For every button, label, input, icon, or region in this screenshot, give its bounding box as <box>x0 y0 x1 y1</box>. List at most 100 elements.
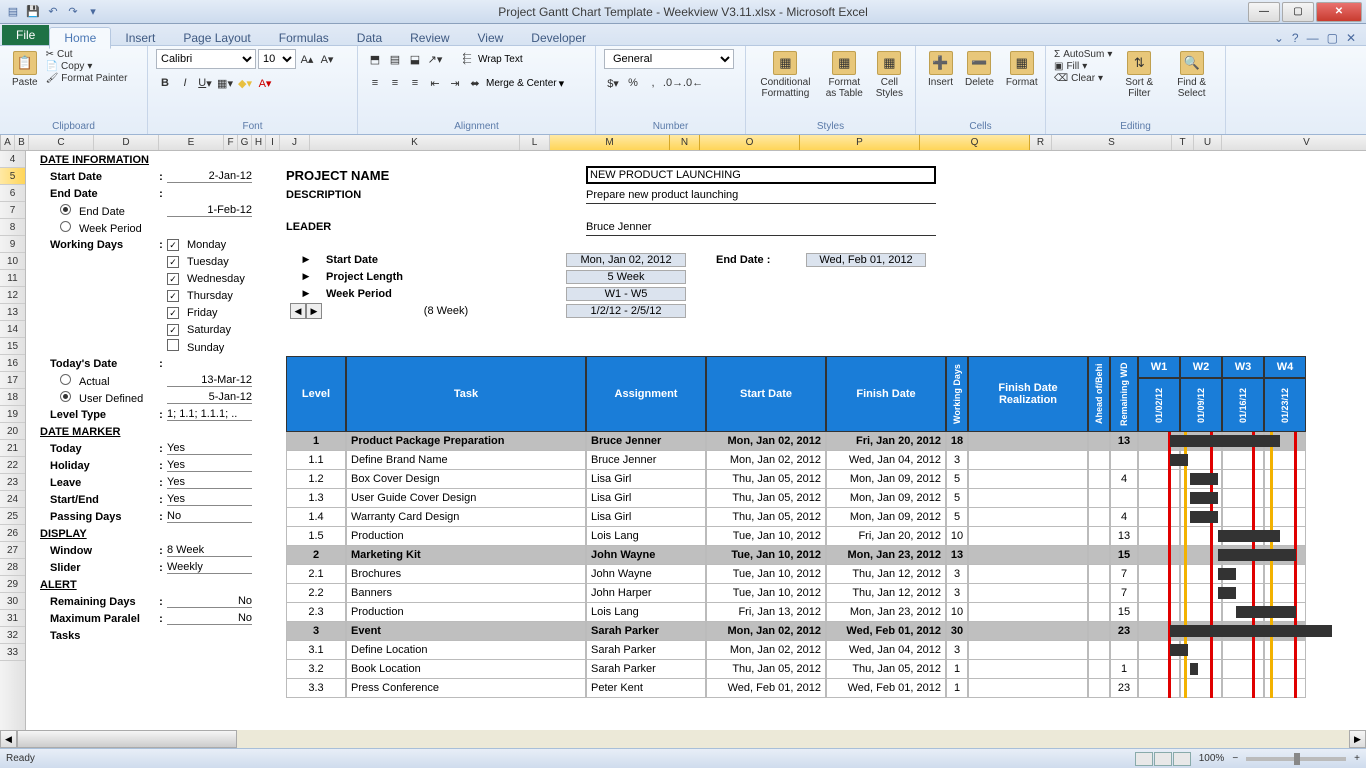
task-cell[interactable] <box>968 641 1088 660</box>
row-header-5[interactable]: 5 <box>0 168 25 185</box>
task-cell[interactable]: 1.1 <box>286 451 346 470</box>
task-cell[interactable] <box>968 508 1088 527</box>
column-header-F[interactable]: F <box>224 135 238 150</box>
task-cell[interactable]: Banners <box>346 584 586 603</box>
task-cell[interactable]: 15 <box>1110 603 1138 622</box>
task-cell[interactable]: Thu, Jan 05, 2012 <box>706 660 826 679</box>
align-middle-icon[interactable]: ▤ <box>386 49 404 69</box>
task-row[interactable]: 1.4Warranty Card DesignLisa GirlThu, Jan… <box>286 508 1306 527</box>
task-cell[interactable]: 2.3 <box>286 603 346 622</box>
align-center-icon[interactable]: ≡ <box>386 73 404 93</box>
page-break-view-button[interactable] <box>1173 752 1191 766</box>
column-header-V[interactable]: V <box>1222 135 1366 150</box>
row-header-32[interactable]: 32 <box>0 627 25 644</box>
task-row[interactable]: 3EventSarah ParkerMon, Jan 02, 2012Wed, … <box>286 622 1306 641</box>
row-header-28[interactable]: 28 <box>0 559 25 576</box>
task-cell[interactable]: 3 <box>946 451 968 470</box>
level-type-value[interactable]: 1; 1.1; 1.1.1; .. <box>167 408 252 421</box>
row-header-31[interactable]: 31 <box>0 610 25 627</box>
task-cell[interactable]: Fri, Jan 13, 2012 <box>706 603 826 622</box>
window-close-icon[interactable]: ✕ <box>1346 31 1356 45</box>
userdef-date-radio[interactable] <box>60 391 71 402</box>
task-cell[interactable]: 30 <box>946 622 968 641</box>
task-cell[interactable]: 13 <box>1110 432 1138 451</box>
find-select-button[interactable]: 🔍Find & Select <box>1166 49 1217 121</box>
passing-value[interactable]: No <box>167 510 252 523</box>
task-cell[interactable] <box>968 546 1088 565</box>
ribbon-tab-page-layout[interactable]: Page Layout <box>169 28 264 48</box>
next-week-button[interactable]: ▶ <box>306 303 322 319</box>
task-cell[interactable] <box>1180 641 1222 660</box>
help-icon[interactable]: ? <box>1292 31 1299 45</box>
row-header-11[interactable]: 11 <box>0 270 25 287</box>
task-cell[interactable] <box>1264 546 1306 565</box>
task-cell[interactable] <box>1088 546 1110 565</box>
task-cell[interactable]: Mon, Jan 02, 2012 <box>706 451 826 470</box>
task-cell[interactable]: 1 <box>286 432 346 451</box>
window-minimize-icon[interactable]: — <box>1307 31 1319 45</box>
remaining-value[interactable]: No <box>167 595 252 608</box>
task-cell[interactable] <box>968 470 1088 489</box>
task-cell[interactable] <box>968 603 1088 622</box>
task-cell[interactable]: Bruce Jenner <box>586 432 706 451</box>
saturday-checkbox[interactable]: ✓ <box>167 324 179 336</box>
row-header-24[interactable]: 24 <box>0 491 25 508</box>
task-row[interactable]: 3.1Define LocationSarah ParkerMon, Jan 0… <box>286 641 1306 660</box>
task-cell[interactable] <box>1088 679 1110 698</box>
task-cell[interactable]: Lois Lang <box>586 527 706 546</box>
column-header-L[interactable]: L <box>520 135 550 150</box>
task-cell[interactable]: Press Conference <box>346 679 586 698</box>
column-header-B[interactable]: B <box>15 135 29 150</box>
wrap-text-button[interactable]: ⬱ <box>458 49 476 69</box>
column-header-G[interactable]: G <box>238 135 252 150</box>
task-cell[interactable] <box>1088 660 1110 679</box>
task-cell[interactable]: Wed, Feb 01, 2012 <box>706 679 826 698</box>
task-cell[interactable]: Lois Lang <box>586 603 706 622</box>
task-cell[interactable]: 3.1 <box>286 641 346 660</box>
task-cell[interactable]: Marketing Kit <box>346 546 586 565</box>
minimize-button[interactable]: — <box>1248 2 1280 22</box>
task-cell[interactable]: 4 <box>1110 508 1138 527</box>
task-cell[interactable]: 18 <box>946 432 968 451</box>
column-header-S[interactable]: S <box>1052 135 1172 150</box>
page-layout-view-button[interactable] <box>1154 752 1172 766</box>
task-cell[interactable]: Book Location <box>346 660 586 679</box>
task-cell[interactable] <box>1110 641 1138 660</box>
task-cell[interactable]: 13 <box>1110 527 1138 546</box>
fill-color-button[interactable]: ◆▾ <box>236 73 254 93</box>
zoom-value[interactable]: 100% <box>1199 753 1225 764</box>
task-cell[interactable] <box>1110 489 1138 508</box>
task-row[interactable]: 2Marketing KitJohn WayneTue, Jan 10, 201… <box>286 546 1306 565</box>
task-cell[interactable] <box>968 584 1088 603</box>
format-cells-button[interactable]: ▦Format <box>1002 49 1042 121</box>
task-cell[interactable] <box>1180 660 1222 679</box>
ribbon-tab-view[interactable]: View <box>464 28 518 48</box>
ribbon-tab-developer[interactable]: Developer <box>517 28 600 48</box>
minimize-ribbon-icon[interactable]: ⌄ <box>1274 31 1284 45</box>
task-cell[interactable] <box>1222 660 1264 679</box>
orientation-icon[interactable]: ↗▾ <box>426 49 444 69</box>
task-cell[interactable]: 2.2 <box>286 584 346 603</box>
column-header-I[interactable]: I <box>266 135 280 150</box>
zoom-slider[interactable] <box>1246 757 1346 761</box>
task-cell[interactable] <box>968 489 1088 508</box>
save-icon[interactable]: 💾 <box>24 3 42 21</box>
task-cell[interactable] <box>1138 641 1180 660</box>
task-cell[interactable]: Sarah Parker <box>586 622 706 641</box>
task-cell[interactable]: Production <box>346 603 586 622</box>
task-cell[interactable]: Wed, Feb 01, 2012 <box>826 622 946 641</box>
end-date-radio[interactable] <box>60 204 71 215</box>
task-cell[interactable] <box>1138 584 1180 603</box>
task-cell[interactable]: 1.5 <box>286 527 346 546</box>
task-cell[interactable]: Production <box>346 527 586 546</box>
task-cell[interactable]: 4 <box>1110 470 1138 489</box>
ribbon-tab-formulas[interactable]: Formulas <box>265 28 343 48</box>
task-cell[interactable] <box>1088 508 1110 527</box>
task-cell[interactable] <box>1138 546 1180 565</box>
column-header-D[interactable]: D <box>94 135 159 150</box>
task-cell[interactable] <box>968 679 1088 698</box>
row-header-22[interactable]: 22 <box>0 457 25 474</box>
task-cell[interactable] <box>1222 546 1264 565</box>
task-cell[interactable]: Fri, Jan 20, 2012 <box>826 527 946 546</box>
task-cell[interactable]: 5 <box>946 470 968 489</box>
